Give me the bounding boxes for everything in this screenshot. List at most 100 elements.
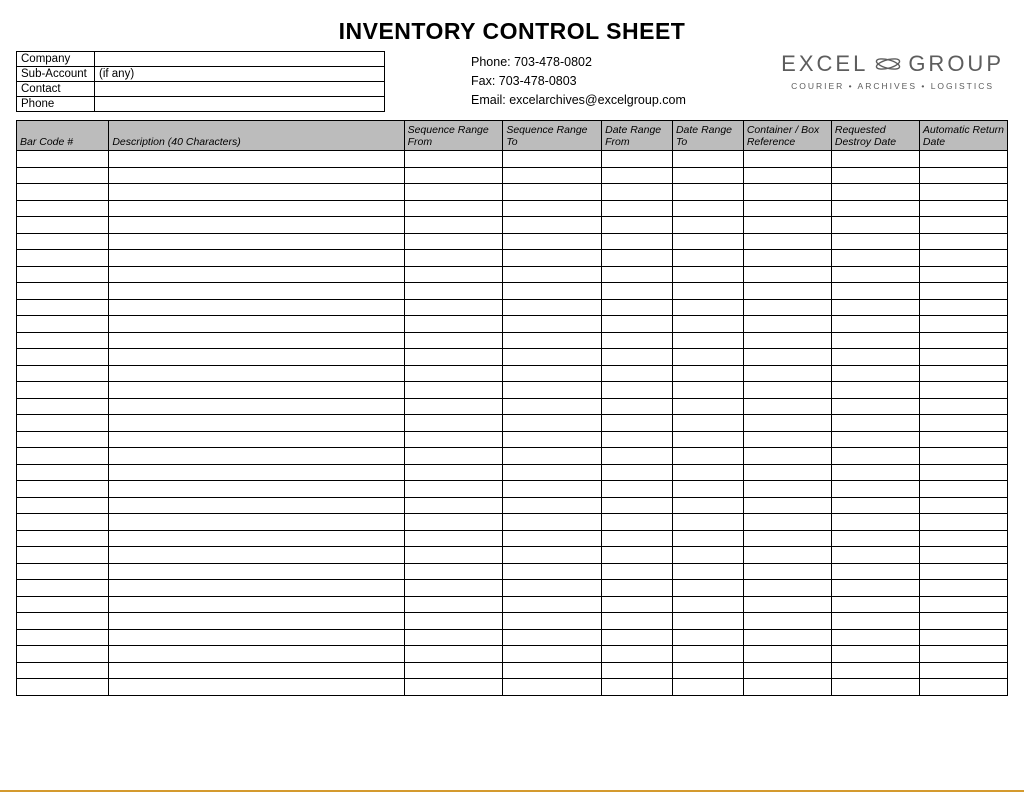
table-cell[interactable] — [672, 217, 743, 234]
table-row[interactable] — [17, 679, 1008, 696]
table-cell[interactable] — [109, 497, 404, 514]
table-cell[interactable] — [404, 316, 503, 333]
table-cell[interactable] — [919, 184, 1007, 201]
table-row[interactable] — [17, 464, 1008, 481]
table-cell[interactable] — [919, 365, 1007, 382]
table-cell[interactable] — [831, 365, 919, 382]
table-cell[interactable] — [831, 596, 919, 613]
table-cell[interactable] — [109, 481, 404, 498]
table-row[interactable] — [17, 151, 1008, 168]
table-cell[interactable] — [404, 200, 503, 217]
table-row[interactable] — [17, 629, 1008, 646]
table-cell[interactable] — [503, 514, 602, 531]
table-cell[interactable] — [602, 547, 673, 564]
table-cell[interactable] — [17, 679, 109, 696]
table-cell[interactable] — [602, 200, 673, 217]
table-cell[interactable] — [602, 365, 673, 382]
table-cell[interactable] — [404, 415, 503, 432]
table-cell[interactable] — [602, 662, 673, 679]
table-cell[interactable] — [602, 151, 673, 168]
table-cell[interactable] — [109, 563, 404, 580]
table-cell[interactable] — [672, 613, 743, 630]
table-cell[interactable] — [672, 332, 743, 349]
table-row[interactable] — [17, 283, 1008, 300]
table-cell[interactable] — [109, 662, 404, 679]
table-cell[interactable] — [404, 580, 503, 597]
table-row[interactable] — [17, 250, 1008, 267]
table-row[interactable] — [17, 646, 1008, 663]
table-row[interactable] — [17, 398, 1008, 415]
table-cell[interactable] — [503, 167, 602, 184]
table-cell[interactable] — [831, 151, 919, 168]
table-cell[interactable] — [17, 497, 109, 514]
table-cell[interactable] — [831, 167, 919, 184]
table-row[interactable] — [17, 448, 1008, 465]
table-cell[interactable] — [831, 497, 919, 514]
table-cell[interactable] — [503, 250, 602, 267]
table-cell[interactable] — [743, 448, 831, 465]
table-cell[interactable] — [672, 184, 743, 201]
table-cell[interactable] — [503, 646, 602, 663]
table-cell[interactable] — [831, 448, 919, 465]
table-cell[interactable] — [602, 646, 673, 663]
table-cell[interactable] — [919, 283, 1007, 300]
table-cell[interactable] — [919, 497, 1007, 514]
table-cell[interactable] — [503, 530, 602, 547]
table-cell[interactable] — [503, 151, 602, 168]
table-cell[interactable] — [919, 464, 1007, 481]
table-cell[interactable] — [919, 415, 1007, 432]
table-cell[interactable] — [17, 349, 109, 366]
table-cell[interactable] — [404, 464, 503, 481]
table-cell[interactable] — [672, 283, 743, 300]
table-cell[interactable] — [404, 283, 503, 300]
table-row[interactable] — [17, 481, 1008, 498]
table-cell[interactable] — [831, 349, 919, 366]
table-cell[interactable] — [503, 233, 602, 250]
table-cell[interactable] — [503, 431, 602, 448]
table-cell[interactable] — [672, 646, 743, 663]
table-row[interactable] — [17, 382, 1008, 399]
table-cell[interactable] — [831, 233, 919, 250]
table-cell[interactable] — [743, 596, 831, 613]
table-cell[interactable] — [672, 415, 743, 432]
table-cell[interactable] — [602, 596, 673, 613]
table-cell[interactable] — [602, 299, 673, 316]
table-cell[interactable] — [109, 448, 404, 465]
table-cell[interactable] — [831, 200, 919, 217]
table-cell[interactable] — [17, 448, 109, 465]
table-row[interactable] — [17, 662, 1008, 679]
table-row[interactable] — [17, 580, 1008, 597]
table-cell[interactable] — [831, 316, 919, 333]
table-cell[interactable] — [743, 266, 831, 283]
table-cell[interactable] — [743, 530, 831, 547]
table-cell[interactable] — [17, 662, 109, 679]
table-cell[interactable] — [602, 563, 673, 580]
table-cell[interactable] — [743, 167, 831, 184]
table-cell[interactable] — [831, 332, 919, 349]
table-cell[interactable] — [503, 332, 602, 349]
table-cell[interactable] — [109, 530, 404, 547]
table-cell[interactable] — [404, 448, 503, 465]
table-row[interactable] — [17, 547, 1008, 564]
table-cell[interactable] — [743, 415, 831, 432]
table-cell[interactable] — [672, 448, 743, 465]
table-cell[interactable] — [17, 481, 109, 498]
table-cell[interactable] — [404, 332, 503, 349]
table-cell[interactable] — [17, 283, 109, 300]
table-cell[interactable] — [919, 233, 1007, 250]
table-cell[interactable] — [404, 613, 503, 630]
table-cell[interactable] — [404, 481, 503, 498]
table-cell[interactable] — [17, 646, 109, 663]
table-cell[interactable] — [17, 629, 109, 646]
table-cell[interactable] — [602, 349, 673, 366]
table-cell[interactable] — [831, 415, 919, 432]
table-cell[interactable] — [919, 613, 1007, 630]
table-cell[interactable] — [743, 217, 831, 234]
table-cell[interactable] — [743, 662, 831, 679]
table-cell[interactable] — [404, 299, 503, 316]
table-row[interactable] — [17, 217, 1008, 234]
table-cell[interactable] — [17, 332, 109, 349]
table-cell[interactable] — [743, 398, 831, 415]
table-cell[interactable] — [503, 316, 602, 333]
table-cell[interactable] — [602, 217, 673, 234]
